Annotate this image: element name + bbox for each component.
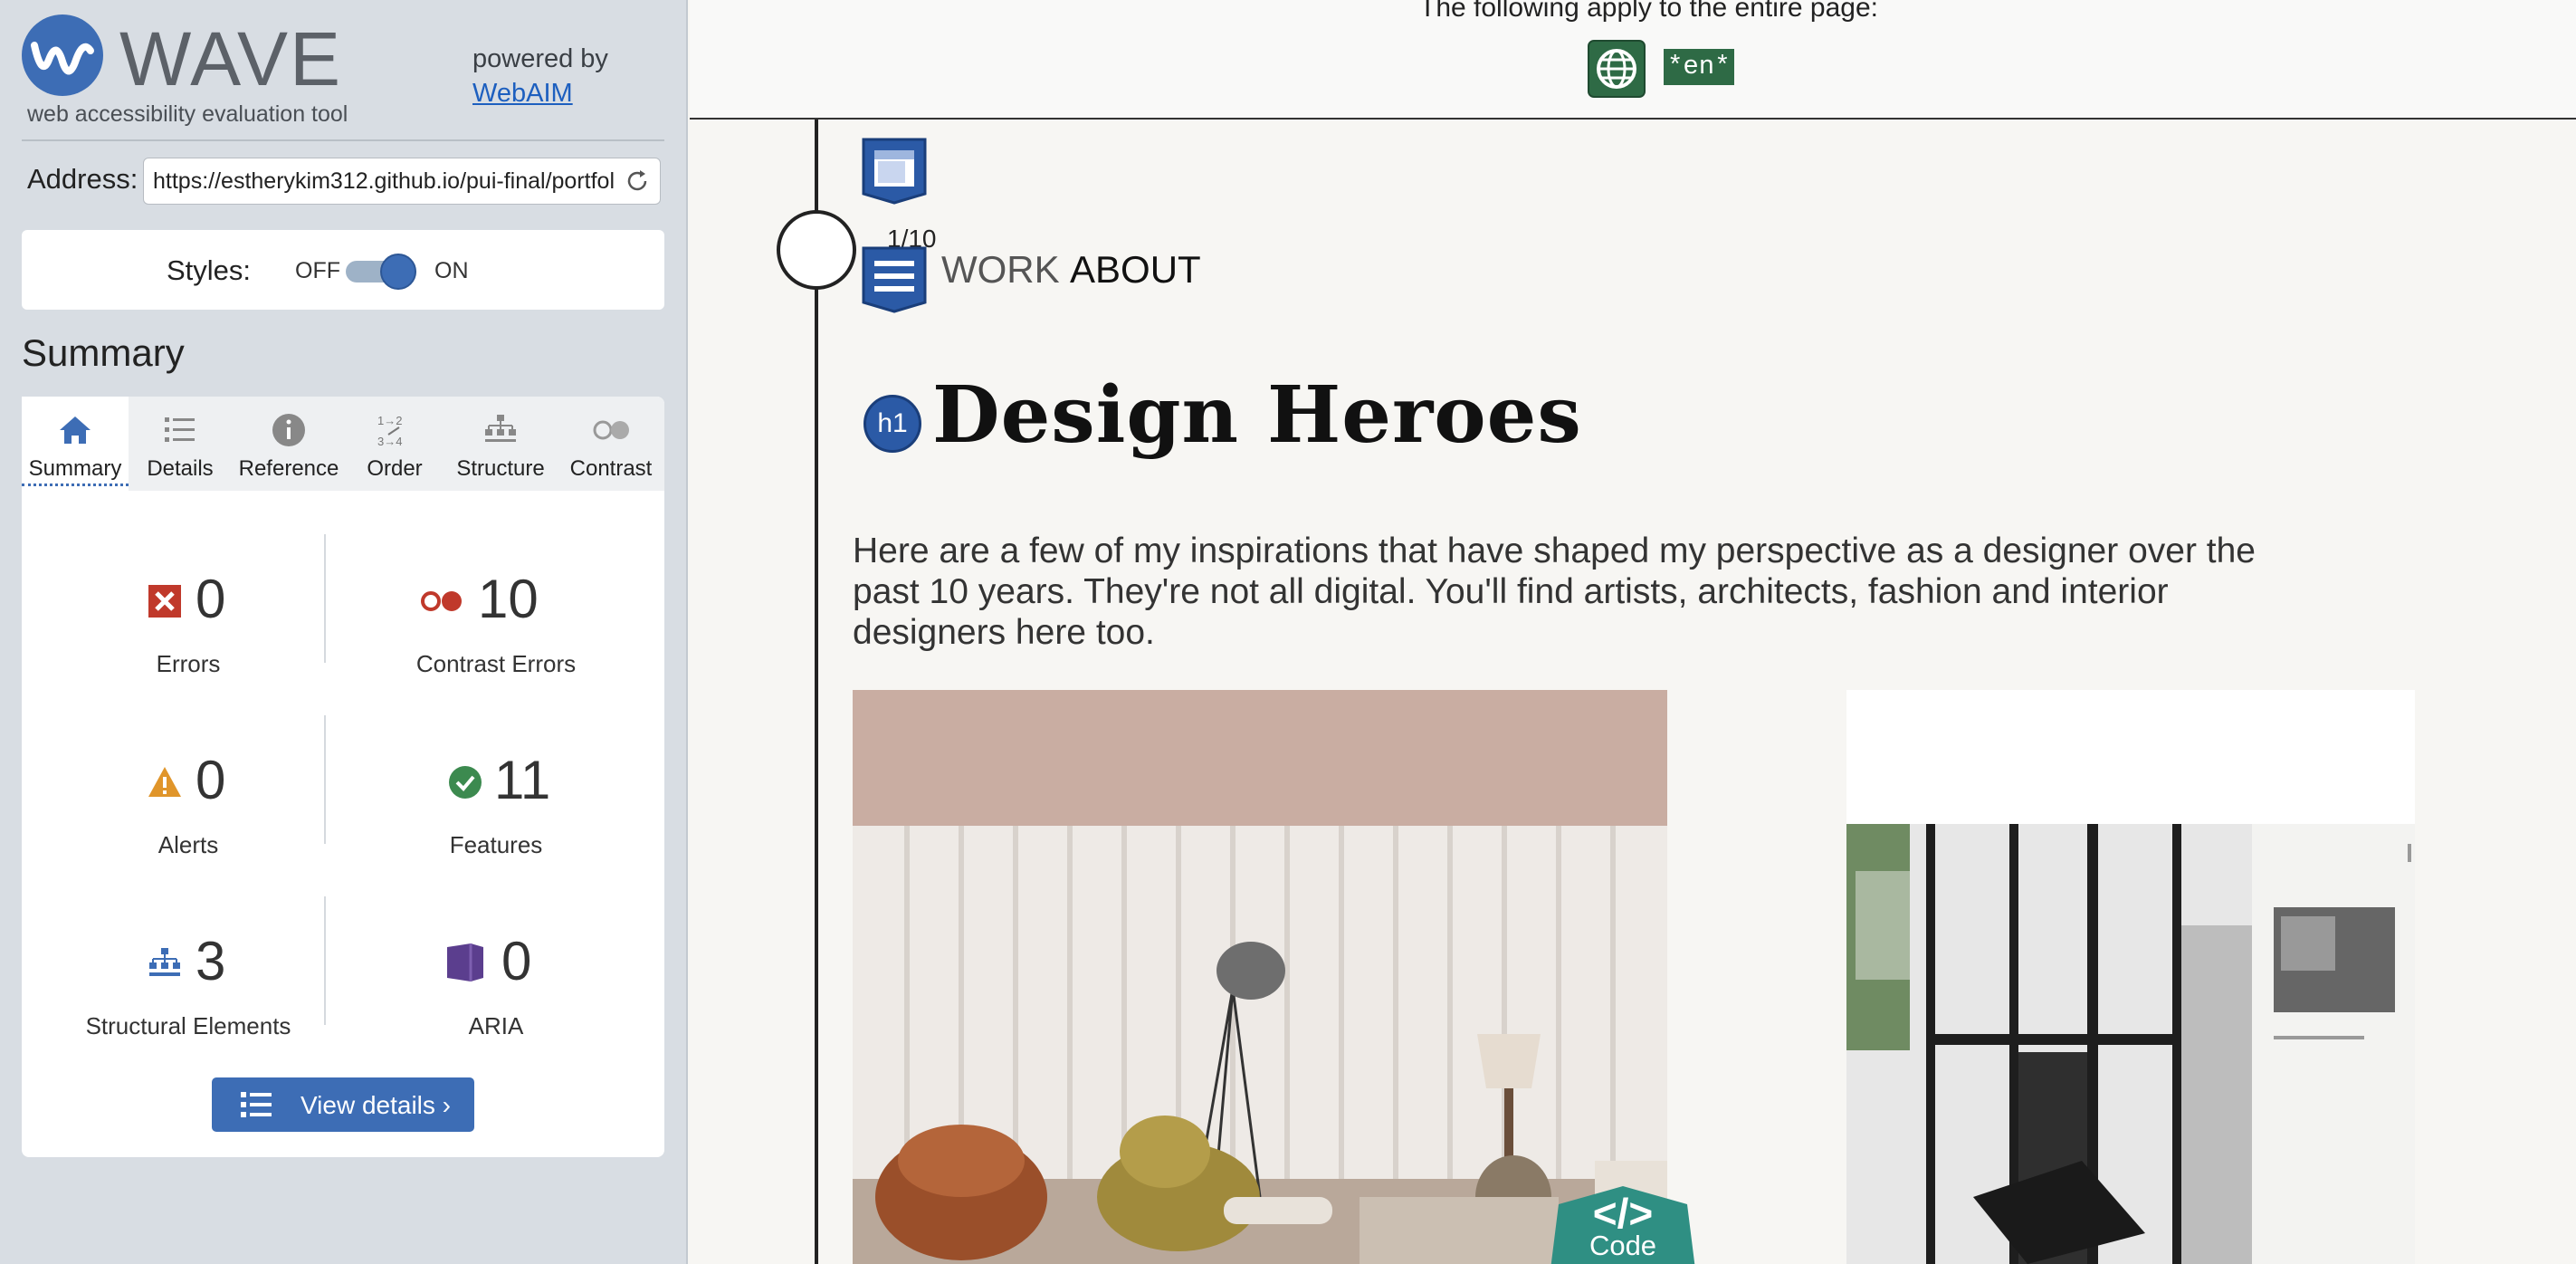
- stat-structural-elements[interactable]: 3 Structural Elements: [43, 925, 333, 1052]
- code-label: Code: [1589, 1230, 1657, 1261]
- wave-logo-icon: [22, 14, 103, 96]
- stat-errors[interactable]: 0 Errors: [43, 563, 333, 690]
- aria-label: ARIA: [468, 1012, 524, 1039]
- view-details-label: View details ›: [301, 1091, 452, 1119]
- tab-contrast[interactable]: Contrast: [558, 397, 664, 491]
- stat-alerts[interactable]: 0 Alerts: [43, 744, 333, 871]
- navigation-icon[interactable]: [860, 244, 929, 313]
- alerts-count: 0: [196, 750, 226, 810]
- structural-count: 3: [196, 931, 226, 991]
- summary-heading: Summary: [22, 331, 185, 374]
- styles-off-label: OFF: [295, 258, 340, 283]
- styles-toggle[interactable]: [344, 254, 418, 290]
- wave-tabs: Summary Details Reference 1→2 3→4 Order …: [22, 397, 664, 491]
- powered-by-label: powered by: [472, 44, 608, 73]
- list-icon: [165, 417, 195, 442]
- tab-label: Summary: [22, 456, 129, 486]
- page-title: Design Heroes: [932, 369, 1582, 461]
- tab-summary[interactable]: Summary: [22, 397, 129, 491]
- timeline-circle: [777, 210, 856, 290]
- powered-by: powered by WebAIM: [472, 42, 608, 110]
- divider: [22, 139, 664, 141]
- tab-reference[interactable]: Reference: [232, 397, 346, 491]
- svg-text:3→4: 3→4: [377, 435, 402, 448]
- code-toggle-badge[interactable]: </> Code: [1541, 1186, 1705, 1264]
- aria-count: 0: [501, 931, 532, 991]
- features-count: 11: [494, 750, 551, 810]
- svg-text:1→2: 1→2: [377, 414, 402, 427]
- reload-icon[interactable]: [624, 168, 651, 195]
- contrast-errors-count: 10: [478, 569, 539, 629]
- contrast-errors-label: Contrast Errors: [415, 650, 577, 677]
- architecture-photo: [1846, 690, 2415, 1264]
- intro-paragraph: Here are a few of my inspirations that h…: [853, 531, 2256, 652]
- page-notice: The following apply to the entire page: …: [690, 0, 2576, 120]
- divider: [324, 715, 326, 844]
- order-icon: 1→2 3→4: [377, 414, 402, 448]
- tab-label: Contrast: [569, 456, 653, 481]
- stat-contrast-errors[interactable]: 10 Contrast Errors: [351, 563, 641, 690]
- divider: [324, 896, 326, 1025]
- structural-label: Structural Elements: [85, 1012, 291, 1039]
- webaim-link[interactable]: WebAIM: [472, 76, 608, 110]
- list-icon: [241, 1092, 272, 1117]
- aria-icon: [447, 943, 483, 982]
- view-details-button[interactable]: View details ›: [212, 1077, 474, 1132]
- alert-icon: [148, 767, 181, 797]
- error-icon: [148, 585, 181, 618]
- tab-details[interactable]: Details: [129, 397, 232, 491]
- errors-label: Errors: [156, 650, 221, 677]
- language-badge[interactable]: *en*: [1664, 49, 1734, 85]
- nav-about-link[interactable]: ABOUT: [1070, 248, 1201, 292]
- tab-label: Details: [147, 456, 214, 481]
- address-field: [143, 158, 661, 205]
- nav-work-link[interactable]: WORK: [941, 248, 1060, 292]
- styles-label: Styles:: [167, 254, 252, 286]
- info-icon: [272, 414, 305, 446]
- styles-toggle-knob: [380, 254, 416, 290]
- styles-card: Styles: OFF ON: [22, 230, 664, 310]
- region-icon[interactable]: [860, 136, 929, 205]
- tab-structure[interactable]: Structure: [444, 397, 558, 491]
- tab-label: Reference: [238, 456, 339, 481]
- wave-sidebar: WAVE web accessibility evaluation tool p…: [0, 0, 688, 1264]
- features-label: Features: [449, 831, 543, 858]
- address-input[interactable]: [153, 158, 615, 204]
- feature-check-icon: [449, 766, 482, 799]
- tab-label: Order: [367, 456, 423, 481]
- language-globe-icon[interactable]: [1588, 40, 1646, 98]
- contrast-icon: [593, 420, 629, 440]
- home-icon: [60, 417, 91, 444]
- wave-tagline: web accessibility evaluation tool: [27, 101, 348, 127]
- alerts-label: Alerts: [157, 831, 219, 858]
- stat-aria[interactable]: 0 ARIA: [351, 925, 641, 1052]
- errors-count: 0: [196, 569, 226, 629]
- interior-photo: [853, 690, 1667, 1264]
- address-label: Address:: [27, 163, 138, 195]
- tab-order[interactable]: 1→2 3→4 Order: [346, 397, 444, 491]
- wave-brand: WAVE: [119, 16, 343, 101]
- stat-features[interactable]: 11 Features: [351, 744, 641, 871]
- timeline-line: [815, 120, 818, 1264]
- h1-badge[interactable]: h1: [863, 395, 921, 453]
- divider: [324, 534, 326, 663]
- structure-icon: [485, 415, 516, 442]
- structure-icon: [149, 948, 180, 976]
- contrast-error-icon: [421, 591, 462, 611]
- tab-label: Structure: [456, 456, 545, 481]
- page-content: The following apply to the entire page: …: [690, 0, 2576, 1264]
- page-notice-text: The following apply to the entire page:: [1419, 0, 1878, 23]
- summary-panel: Summary Details Reference 1→2 3→4 Order …: [22, 397, 664, 1157]
- styles-on-label: ON: [434, 258, 469, 283]
